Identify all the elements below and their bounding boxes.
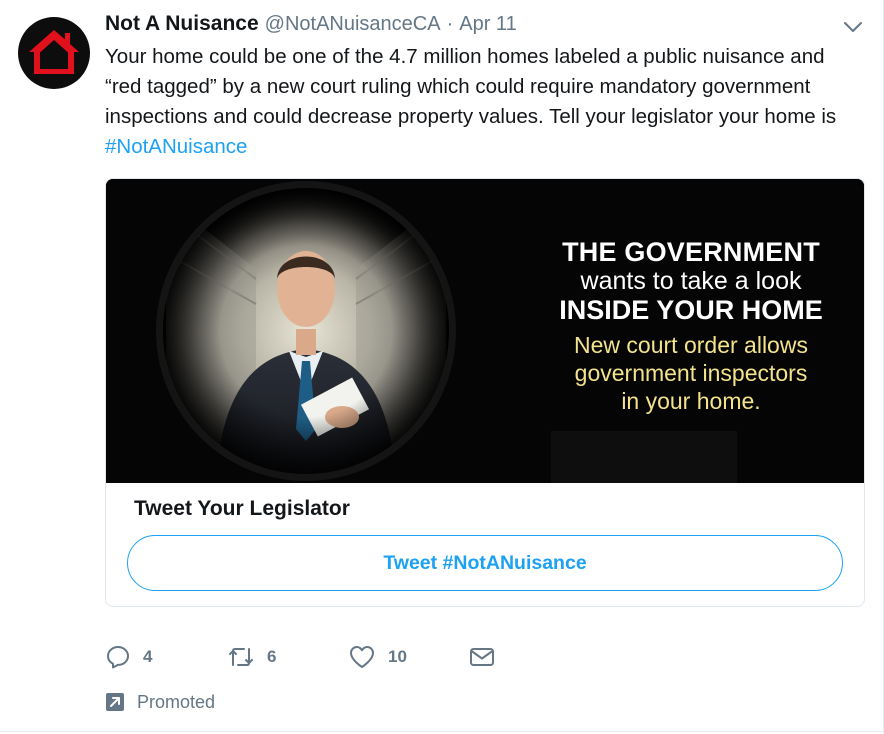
envelope-icon (470, 648, 494, 666)
reply-icon (107, 646, 129, 669)
card-image[interactable]: THE GOVERNMENT wants to take a look INSI… (106, 179, 864, 483)
author-handle[interactable]: @NotANuisanceCA (265, 13, 441, 36)
tweet-hashtag-button[interactable]: Tweet #NotANuisance (127, 535, 843, 591)
ad-sub-line-3: in your home. (621, 388, 761, 414)
promoted-indicator: Promoted (105, 689, 215, 715)
hashtag-link[interactable]: #NotANuisance (105, 135, 247, 158)
author-name[interactable]: Not A Nuisance (105, 12, 259, 36)
tweet-body: Your home could be one of the 4.7 millio… (105, 45, 837, 128)
promoted-arrow-icon (106, 693, 124, 711)
divider (0, 731, 884, 732)
avatar[interactable] (18, 17, 90, 89)
tweet[interactable]: Not A Nuisance @NotANuisanceCA · Apr 11 … (0, 0, 884, 734)
ad-headline: THE GOVERNMENT wants to take a look INSI… (526, 237, 856, 415)
heart-icon (350, 646, 374, 668)
separator-dot: · (446, 13, 454, 35)
promoted-label: Promoted (137, 691, 216, 712)
reply-button[interactable]: 4 (105, 640, 152, 674)
tweet-date[interactable]: Apr 11 (459, 13, 516, 36)
ad-line-3: INSIDE YOUR HOME (559, 295, 823, 325)
tweet-actions: 4 6 10 (105, 640, 525, 674)
red-house-logo-icon (29, 30, 79, 74)
ad-sub-line-2: government inspectors (574, 360, 808, 386)
ad-line-1: THE GOVERNMENT (562, 237, 820, 267)
retweet-button[interactable]: 6 (227, 640, 276, 674)
ad-subtext: New court order allows government inspec… (526, 331, 856, 415)
ad-sub-line-1: New court order allows (574, 332, 808, 358)
card-title: Tweet Your Legislator (134, 497, 350, 520)
tweet-card[interactable]: THE GOVERNMENT wants to take a look INSI… (105, 178, 865, 607)
tweet-header: Not A Nuisance @NotANuisanceCA · Apr 11 (105, 12, 517, 40)
like-count: 10 (388, 647, 407, 666)
chevron-down-icon (844, 22, 862, 32)
retweet-count: 6 (267, 647, 277, 666)
ad-line-2: wants to take a look (580, 267, 802, 295)
direct-message-button[interactable] (469, 640, 495, 674)
tweet-text: Your home could be one of the 4.7 millio… (105, 42, 865, 162)
reply-count: 4 (143, 647, 153, 666)
like-button[interactable]: 10 (348, 640, 407, 674)
retweet-icon (229, 648, 253, 666)
more-options-button[interactable] (840, 14, 866, 40)
